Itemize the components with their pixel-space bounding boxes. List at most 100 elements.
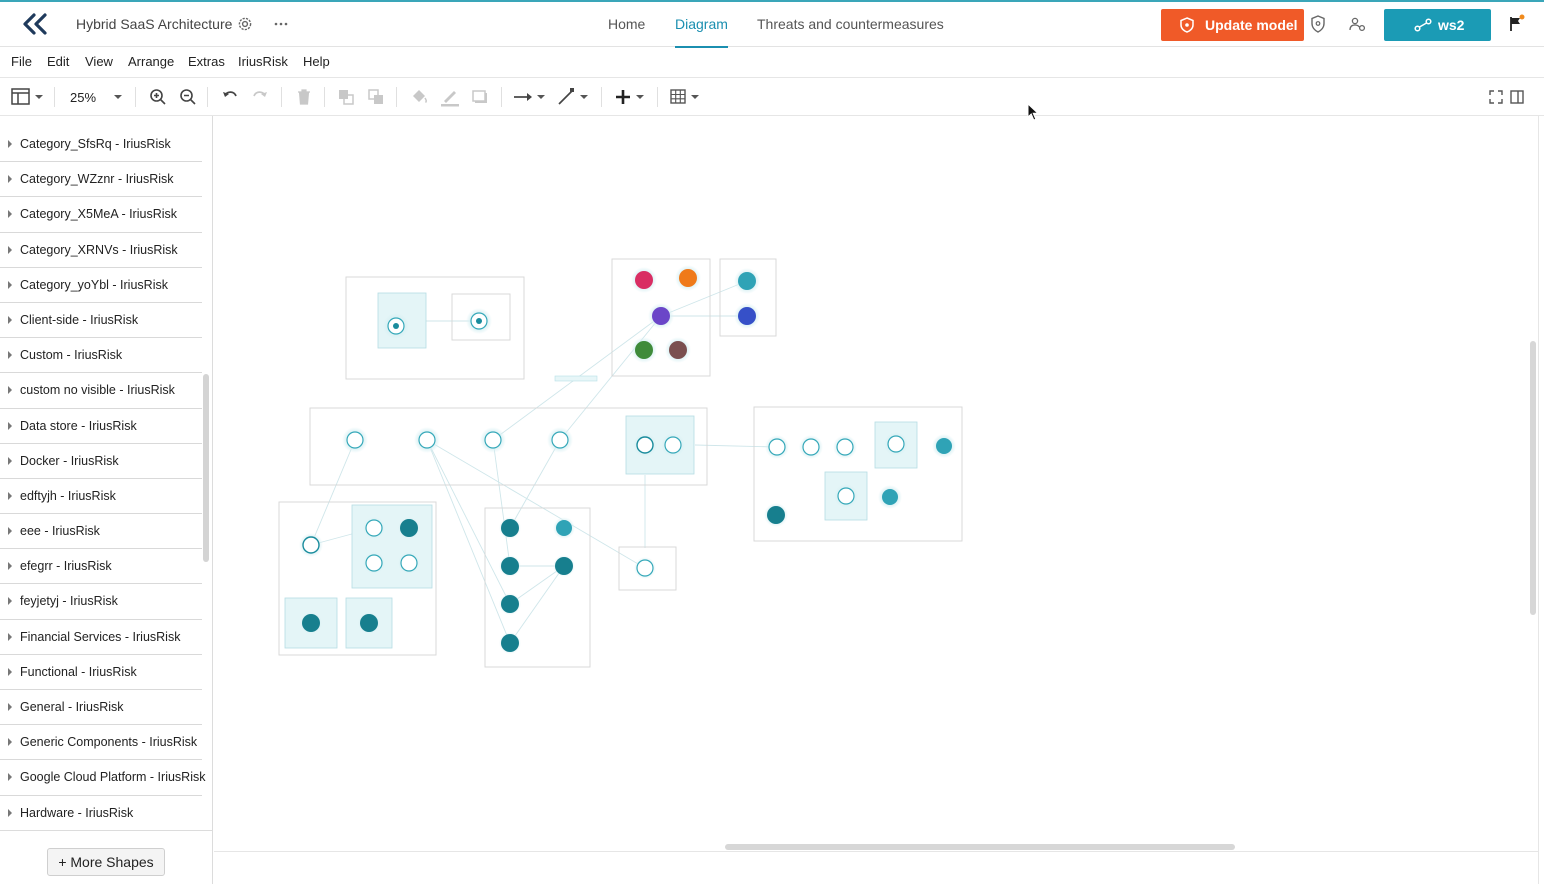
service-node: [834, 484, 858, 508]
menu-extras[interactable]: Extras: [188, 54, 225, 69]
auth-node: [363, 552, 385, 574]
service-node: [833, 435, 857, 459]
toolbar-divider: [207, 87, 208, 107]
more-options-icon[interactable]: [271, 14, 291, 34]
toolbar-divider: [501, 87, 502, 107]
back-chevrons-logo-icon[interactable]: [20, 12, 52, 36]
canvas-horizontal-scrollbar[interactable]: [725, 844, 1235, 850]
menu-file[interactable]: File: [11, 54, 32, 69]
library-item[interactable]: General - IriusRisk: [0, 690, 202, 726]
to-back-icon[interactable]: [367, 87, 385, 107]
menu-view[interactable]: View: [85, 54, 113, 69]
toolbar-divider: [396, 87, 397, 107]
settings-gear-icon[interactable]: [235, 14, 255, 34]
database-node: [878, 485, 902, 509]
line-color-icon[interactable]: [440, 87, 460, 107]
toolbar-divider: [135, 87, 136, 107]
library-item[interactable]: efegrr - IriusRisk: [0, 549, 202, 585]
cloud-service-node: [665, 337, 691, 363]
zoom-dropdown-chevron-icon[interactable]: [112, 87, 124, 107]
users-settings-icon[interactable]: [1348, 14, 1368, 34]
library-item[interactable]: Custom - IriusRisk: [0, 338, 202, 374]
library-item[interactable]: edftyjh - IriusRisk: [0, 479, 202, 515]
external-service-node: [634, 557, 656, 579]
cloud-service-node: [631, 267, 657, 293]
microservice-node: [764, 503, 788, 527]
more-shapes-button[interactable]: + More Shapes: [47, 848, 165, 876]
zoom-level[interactable]: 25%: [70, 90, 96, 105]
microservice-node: [499, 632, 521, 654]
nav-threats[interactable]: Threats and countermeasures: [757, 2, 944, 47]
library-item[interactable]: custom no visible - IriusRisk: [0, 373, 202, 409]
auth-node: [398, 552, 420, 574]
menu-edit[interactable]: Edit: [47, 54, 69, 69]
toolbar-divider: [601, 87, 602, 107]
library-item[interactable]: eee - IriusRisk: [0, 514, 202, 550]
library-item[interactable]: Docker - IriusRisk: [0, 444, 202, 479]
client-node: [414, 427, 440, 453]
nav-home[interactable]: Home: [608, 2, 645, 47]
library-item[interactable]: Category_SfsRq - IriusRisk: [0, 127, 202, 163]
microservice-node: [553, 555, 575, 577]
library-item[interactable]: Google Cloud Platform - IriusRisk: [0, 760, 205, 796]
fullscreen-icon[interactable]: [1489, 87, 1503, 107]
library-item[interactable]: Hardware - IriusRisk: [0, 796, 202, 831]
microservice-node: [300, 612, 322, 634]
architecture-diagram[interactable]: [214, 116, 1538, 851]
fill-color-icon[interactable]: [410, 87, 428, 107]
library-item[interactable]: Category_WZznr - IriusRisk: [0, 162, 202, 198]
update-model-label: Update model: [1205, 17, 1298, 33]
database-node: [734, 268, 760, 294]
client-node: [342, 427, 368, 453]
zoom-out-icon[interactable]: [179, 87, 197, 107]
zoom-in-icon[interactable]: [149, 87, 167, 107]
to-front-icon[interactable]: [337, 87, 355, 107]
cloud-service-node: [675, 265, 701, 291]
security-shield-icon[interactable]: [1308, 14, 1328, 34]
undo-icon[interactable]: [221, 87, 239, 107]
library-item[interactable]: Generic Components - IriusRisk: [0, 725, 202, 761]
connector-label: [554, 375, 598, 382]
shadow-icon[interactable]: [471, 87, 489, 107]
library-item[interactable]: Category_yoYbl - IriusRisk: [0, 268, 202, 303]
library-item[interactable]: Client-side - IriusRisk: [0, 303, 202, 339]
insert-plus-icon[interactable]: [614, 87, 648, 107]
toolbar-divider: [54, 87, 55, 107]
library-item[interactable]: Data store - IriusRisk: [0, 409, 202, 444]
network-node: [383, 313, 409, 339]
network-node: [466, 308, 492, 334]
library-item[interactable]: Financial Services - IriusRisk: [0, 620, 202, 655]
library-item[interactable]: Category_XRNVs - IriusRisk: [0, 233, 202, 268]
format-panel-toggle-icon[interactable]: [11, 87, 45, 107]
menu-bar: File Edit View Arrange Extras IriusRisk …: [0, 47, 1544, 78]
shapes-sidebar: Category_SfsRq - IriusRisk Category_WZzn…: [0, 116, 213, 884]
library-item[interactable]: feyjetyj - IriusRisk: [0, 584, 202, 620]
web-app-node: [633, 433, 657, 457]
top-header: Hybrid SaaS Architecture Home Diagram Th…: [0, 0, 1544, 48]
menu-iriusrisk[interactable]: IriusRisk: [238, 54, 288, 69]
microservice-node: [499, 593, 521, 615]
workspace-button[interactable]: ws2: [1384, 9, 1491, 41]
cloud-service-node: [631, 337, 657, 363]
nav-diagram[interactable]: Diagram: [675, 2, 728, 48]
component-groups: [284, 292, 918, 649]
update-model-button[interactable]: Update model: [1161, 9, 1304, 41]
flag-notification-icon[interactable]: [1506, 14, 1526, 34]
table-grid-icon[interactable]: [670, 87, 704, 107]
client-node: [480, 427, 506, 453]
library-item[interactable]: Functional - IriusRisk: [0, 655, 202, 690]
diagram-canvas[interactable]: [214, 116, 1538, 851]
delete-trash-icon[interactable]: [295, 87, 313, 107]
microservice-node: [499, 555, 521, 577]
redo-icon[interactable]: [251, 87, 269, 107]
canvas-vertical-scrollbar[interactable]: [1530, 341, 1536, 615]
sidebar-scrollbar[interactable]: [203, 374, 209, 562]
waypoints-icon[interactable]: [556, 87, 590, 107]
menu-arrange[interactable]: Arrange: [128, 54, 174, 69]
library-item[interactable]: Category_X5MeA - IriusRisk: [0, 197, 202, 233]
toggle-panel-icon[interactable]: [1510, 87, 1524, 107]
microservice-node: [499, 517, 521, 539]
service-node: [884, 432, 908, 456]
menu-help[interactable]: Help: [303, 54, 330, 69]
connection-style-icon[interactable]: [513, 87, 547, 107]
